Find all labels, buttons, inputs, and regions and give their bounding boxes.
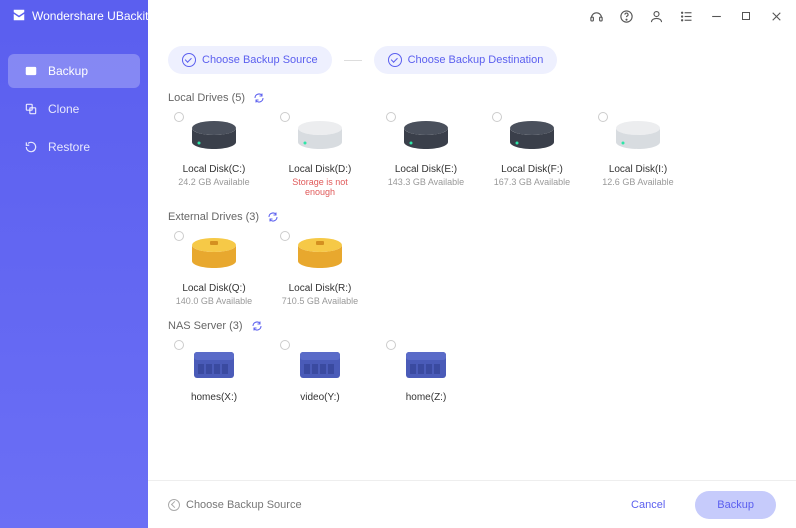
- account-icon[interactable]: [648, 8, 664, 24]
- drive-sublabel: 143.3 GB Available: [388, 177, 464, 187]
- help-icon[interactable]: [618, 8, 634, 24]
- maximize-icon[interactable]: [738, 8, 754, 24]
- step-destination[interactable]: Choose Backup Destination: [374, 46, 558, 74]
- section-header: External Drives (3): [168, 211, 776, 223]
- clone-icon: [24, 102, 38, 116]
- app-logo-icon: [12, 8, 26, 25]
- radio-icon[interactable]: [492, 112, 502, 122]
- sidebar-item-label: Restore: [48, 140, 90, 154]
- radio-icon[interactable]: [174, 231, 184, 241]
- drive-grid: Local Disk(Q:) 140.0 GB Available Local …: [168, 227, 776, 312]
- refresh-icon[interactable]: [267, 211, 279, 223]
- drive-label: Local Disk(D:): [289, 164, 352, 175]
- refresh-icon[interactable]: [253, 92, 265, 104]
- drive-sections: Local Drives (5) Local Disk(C:) 24.2 GB …: [148, 84, 796, 480]
- menu-icon[interactable]: [678, 8, 694, 24]
- drive-icon: [610, 114, 666, 158]
- minimize-icon[interactable]: [708, 8, 724, 24]
- drive-item[interactable]: Local Disk(F:) 167.3 GB Available: [486, 108, 578, 203]
- drive-icon: [186, 114, 242, 158]
- check-icon: [182, 53, 196, 67]
- backup-button[interactable]: Backup: [695, 491, 776, 519]
- footer-hint: Choose Backup Source: [186, 499, 302, 511]
- sidebar: Backup Clone Restore: [0, 32, 148, 528]
- back-icon[interactable]: [168, 499, 180, 511]
- drive-icon: [186, 233, 242, 277]
- drive-label: video(Y:): [300, 392, 339, 403]
- drive-sublabel: 12.6 GB Available: [602, 177, 673, 187]
- radio-icon[interactable]: [386, 112, 396, 122]
- drive-item[interactable]: Local Disk(I:) 12.6 GB Available: [592, 108, 684, 203]
- close-icon[interactable]: [768, 8, 784, 24]
- support-icon[interactable]: [588, 8, 604, 24]
- drive-label: Local Disk(C:): [183, 164, 246, 175]
- section-header: NAS Server (3): [168, 320, 776, 332]
- drive-label: homes(X:): [191, 392, 237, 403]
- step-label: Choose Backup Destination: [408, 54, 544, 66]
- sidebar-item-restore[interactable]: Restore: [8, 130, 140, 164]
- drive-icon: [398, 342, 454, 386]
- drive-item[interactable]: home(Z:): [380, 336, 472, 411]
- step-source[interactable]: Choose Backup Source: [168, 46, 332, 74]
- step-label: Choose Backup Source: [202, 54, 318, 66]
- drive-label: home(Z:): [406, 392, 447, 403]
- restore-icon: [24, 140, 38, 154]
- drive-icon: [292, 342, 348, 386]
- sidebar-item-label: Clone: [48, 102, 79, 116]
- drive-item[interactable]: homes(X:): [168, 336, 260, 411]
- app-title: Wondershare UBackit: [32, 9, 149, 23]
- drive-icon: [504, 114, 560, 158]
- drive-sublabel: 167.3 GB Available: [494, 177, 570, 187]
- cancel-button[interactable]: Cancel: [609, 491, 687, 519]
- section-title: External Drives (3): [168, 211, 259, 223]
- titlebar: Wondershare UBackit: [0, 0, 796, 32]
- radio-icon[interactable]: [174, 340, 184, 350]
- drive-item[interactable]: Local Disk(Q:) 140.0 GB Available: [168, 227, 260, 312]
- drive-icon: [292, 233, 348, 277]
- drive-label: Local Disk(Q:): [182, 283, 245, 294]
- drive-item[interactable]: Local Disk(R:) 710.5 GB Available: [274, 227, 366, 312]
- radio-icon[interactable]: [174, 112, 184, 122]
- drive-sublabel: Storage is not enough: [276, 177, 364, 197]
- drive-grid: Local Disk(C:) 24.2 GB Available Local D…: [168, 108, 776, 203]
- drive-item[interactable]: Local Disk(D:) Storage is not enough: [274, 108, 366, 203]
- drive-icon: [398, 114, 454, 158]
- step-divider: [344, 60, 362, 61]
- drive-icon: [186, 342, 242, 386]
- radio-icon[interactable]: [598, 112, 608, 122]
- drive-grid: homes(X:) video(Y:) home(Z:): [168, 336, 776, 411]
- drive-item[interactable]: Local Disk(E:) 143.3 GB Available: [380, 108, 472, 203]
- drive-item[interactable]: Local Disk(C:) 24.2 GB Available: [168, 108, 260, 203]
- section-header: Local Drives (5): [168, 92, 776, 104]
- refresh-icon[interactable]: [251, 320, 263, 332]
- drive-sublabel: 140.0 GB Available: [176, 296, 252, 306]
- drive-icon: [292, 114, 348, 158]
- drive-label: Local Disk(I:): [609, 164, 667, 175]
- radio-icon[interactable]: [280, 112, 290, 122]
- section-title: Local Drives (5): [168, 92, 245, 104]
- drive-label: Local Disk(F:): [501, 164, 563, 175]
- wizard-steps: Choose Backup Source Choose Backup Desti…: [148, 32, 796, 84]
- radio-icon[interactable]: [386, 340, 396, 350]
- sidebar-item-label: Backup: [48, 64, 88, 78]
- drive-label: Local Disk(R:): [289, 283, 352, 294]
- footer: Choose Backup Source Cancel Backup: [148, 480, 796, 528]
- radio-icon[interactable]: [280, 231, 290, 241]
- drive-sublabel: 710.5 GB Available: [282, 296, 358, 306]
- section-title: NAS Server (3): [168, 320, 243, 332]
- sidebar-item-clone[interactable]: Clone: [8, 92, 140, 126]
- backup-icon: [24, 64, 38, 78]
- sidebar-item-backup[interactable]: Backup: [8, 54, 140, 88]
- radio-icon[interactable]: [280, 340, 290, 350]
- check-icon: [388, 53, 402, 67]
- drive-label: Local Disk(E:): [395, 164, 457, 175]
- drive-sublabel: 24.2 GB Available: [178, 177, 249, 187]
- drive-item[interactable]: video(Y:): [274, 336, 366, 411]
